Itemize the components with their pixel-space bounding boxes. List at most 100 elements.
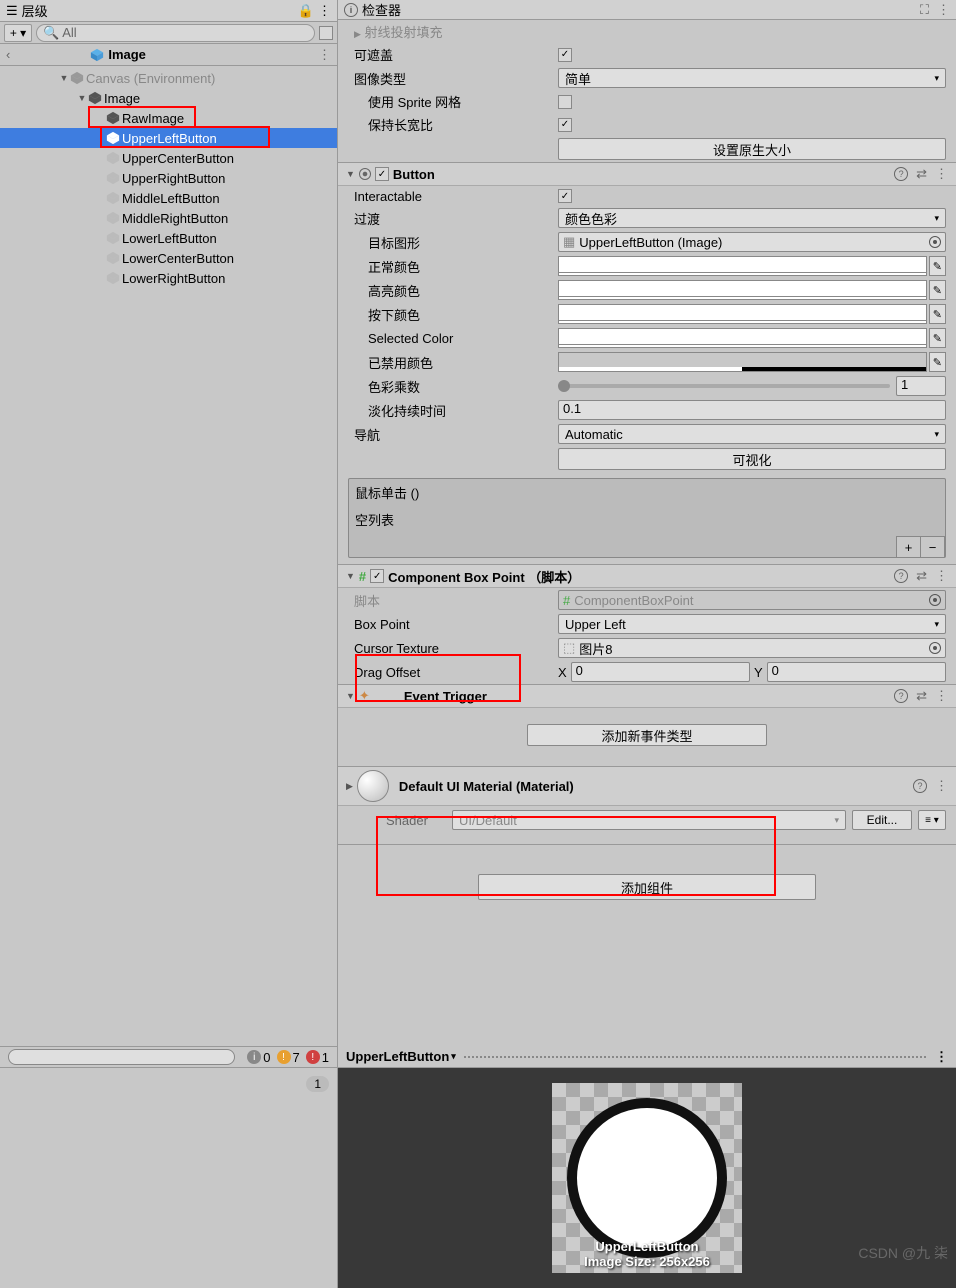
- lock-icon[interactable]: 🔒: [298, 3, 314, 19]
- transition-dropdown[interactable]: 颜色色彩▾: [558, 208, 946, 228]
- disabled-color-field[interactable]: [558, 352, 927, 372]
- preview-header: UpperLeftButton▾ ⋮: [338, 1046, 956, 1068]
- eyedropper-icon[interactable]: ✎: [929, 280, 946, 300]
- navigation-label: 导航: [348, 425, 558, 444]
- preset-icon[interactable]: ⇄: [916, 568, 927, 584]
- eyedropper-icon[interactable]: ✎: [929, 328, 946, 348]
- drag-x-input[interactable]: 0: [571, 662, 750, 682]
- back-icon[interactable]: ‹: [6, 47, 10, 62]
- hierarchy-item[interactable]: UpperLeftButton: [0, 128, 337, 148]
- inspector-title: 检查器: [362, 0, 401, 19]
- cursor-texture-label: Cursor Texture: [348, 641, 558, 656]
- preview-panel: UpperLeftButton▾ ⋮ UpperLeftButtonImage …: [338, 1046, 956, 1288]
- remove-event-button[interactable]: −: [921, 537, 945, 557]
- menu-dots-icon[interactable]: ⋮: [318, 47, 331, 63]
- filter-button[interactable]: [319, 26, 333, 40]
- interactable-label: Interactable: [348, 189, 558, 204]
- fade-duration-label: 淡化持续时间: [348, 401, 558, 420]
- selected-color-field[interactable]: [558, 328, 927, 348]
- create-button[interactable]: + ▾: [4, 24, 32, 42]
- color-mult-slider[interactable]: [558, 384, 890, 388]
- visualize-button[interactable]: 可视化: [558, 448, 946, 470]
- script-component-header[interactable]: ▼ # ✓ Component Box Point （脚本） ?⇄⋮: [338, 564, 956, 588]
- eyedropper-icon[interactable]: ✎: [929, 352, 946, 372]
- menu-dots-icon[interactable]: ⋮: [935, 568, 948, 584]
- navigation-dropdown[interactable]: Automatic▾: [558, 424, 946, 444]
- interactable-checkbox[interactable]: ✓: [558, 189, 572, 203]
- watermark: CSDN @九 柒: [858, 1243, 948, 1263]
- hierarchy-item[interactable]: UpperCenterButton: [0, 148, 337, 168]
- status-bar: i0 !7 !1: [0, 1046, 337, 1068]
- preserve-aspect-checkbox[interactable]: ✓: [558, 118, 572, 132]
- add-component-button[interactable]: 添加组件: [478, 874, 816, 900]
- eyedropper-icon[interactable]: ✎: [929, 256, 946, 276]
- search-input[interactable]: [8, 1049, 235, 1065]
- image-type-label: 图像类型: [348, 69, 558, 88]
- expand-icon[interactable]: ⛶: [920, 2, 929, 18]
- hierarchy-item[interactable]: LowerCenterButton: [0, 248, 337, 268]
- eyedropper-icon[interactable]: ✎: [929, 304, 946, 324]
- maskable-checkbox[interactable]: ✓: [558, 48, 572, 62]
- preset-icon[interactable]: ⇄: [916, 166, 927, 182]
- target-graphic-field[interactable]: ▦UpperLeftButton (Image): [558, 232, 946, 252]
- highlight-color-field[interactable]: [558, 280, 927, 300]
- event-icon: ✦: [359, 688, 370, 704]
- drag-offset-label: Drag Offset: [348, 665, 558, 680]
- menu-dots-icon[interactable]: ⋮: [935, 1049, 948, 1065]
- enable-checkbox[interactable]: ✓: [370, 569, 384, 583]
- warn-badge[interactable]: !7: [277, 1050, 300, 1065]
- list-icon[interactable]: ≡ ▾: [918, 810, 946, 830]
- help-icon[interactable]: ?: [894, 689, 908, 703]
- hierarchy-header: ☰ 层级 🔒 ⋮: [0, 0, 337, 22]
- menu-dots-icon[interactable]: ⋮: [935, 688, 948, 704]
- selected-color-label: Selected Color: [348, 331, 558, 346]
- add-event-type-button[interactable]: 添加新事件类型: [527, 724, 767, 746]
- help-icon[interactable]: ?: [894, 167, 908, 181]
- cursor-texture-field[interactable]: ⬚图片8: [558, 638, 946, 658]
- hierarchy-item[interactable]: LowerLeftButton: [0, 228, 337, 248]
- normal-color-field[interactable]: [558, 256, 927, 276]
- menu-dots-icon[interactable]: ⋮: [318, 3, 331, 19]
- preview-image: UpperLeftButtonImage Size: 256x256: [552, 1083, 742, 1273]
- fade-duration-input[interactable]: 0.1: [558, 400, 946, 420]
- menu-dots-icon[interactable]: ⋮: [935, 778, 948, 794]
- hierarchy-item[interactable]: MiddleLeftButton: [0, 188, 337, 208]
- help-icon[interactable]: ?: [913, 779, 927, 793]
- script-label: 脚本: [348, 591, 558, 610]
- enable-checkbox[interactable]: ✓: [375, 167, 389, 181]
- hierarchy-item[interactable]: ▼Canvas (Environment): [0, 68, 337, 88]
- hierarchy-item[interactable]: MiddleRightButton: [0, 208, 337, 228]
- pressed-color-field[interactable]: [558, 304, 927, 324]
- shader-dropdown[interactable]: UI/Default▾: [452, 810, 846, 830]
- breadcrumb: ‹ Image ⋮: [0, 44, 337, 66]
- hierarchy-item[interactable]: LowerRightButton: [0, 268, 337, 288]
- error-badge[interactable]: !1: [306, 1050, 329, 1065]
- image-type-dropdown[interactable]: 简单▾: [558, 68, 946, 88]
- event-trigger-header[interactable]: ▼ ✦ Event Trigger ?⇄⋮: [338, 684, 956, 708]
- help-icon[interactable]: ?: [894, 569, 908, 583]
- hierarchy-item[interactable]: ▼Image: [0, 88, 337, 108]
- menu-dots-icon[interactable]: ⋮: [935, 166, 948, 182]
- button-component-header[interactable]: ▼ ✓ Button ?⇄⋮: [338, 162, 956, 186]
- material-header[interactable]: ▶ Default UI Material (Material) ?⋮: [338, 766, 956, 806]
- breadcrumb-text: Image: [108, 47, 146, 62]
- search-input[interactable]: 🔍 All: [36, 24, 315, 42]
- transition-label: 过渡: [348, 209, 558, 228]
- use-sprite-mesh-checkbox[interactable]: [558, 95, 572, 109]
- drag-y-input[interactable]: 0: [767, 662, 946, 682]
- info-badge[interactable]: i0: [247, 1050, 270, 1065]
- edit-button[interactable]: Edit...: [852, 810, 912, 830]
- maskable-label: 可遮盖: [348, 45, 558, 64]
- set-native-size-button[interactable]: 设置原生大小: [558, 138, 946, 160]
- box-point-dropdown[interactable]: Upper Left▾: [558, 614, 946, 634]
- hierarchy-item[interactable]: RawImage: [0, 108, 337, 128]
- box-point-label: Box Point: [348, 617, 558, 632]
- preset-icon[interactable]: ⇄: [916, 688, 927, 704]
- add-event-button[interactable]: +: [897, 537, 921, 557]
- menu-dots-icon[interactable]: ⋮: [937, 2, 950, 18]
- color-mult-input[interactable]: 1: [896, 376, 946, 396]
- hierarchy-item[interactable]: UpperRightButton: [0, 168, 337, 188]
- use-sprite-mesh-label: 使用 Sprite 网格: [348, 92, 558, 111]
- hierarchy-title: 层级: [22, 1, 298, 20]
- preserve-aspect-label: 保持长宽比: [348, 115, 558, 134]
